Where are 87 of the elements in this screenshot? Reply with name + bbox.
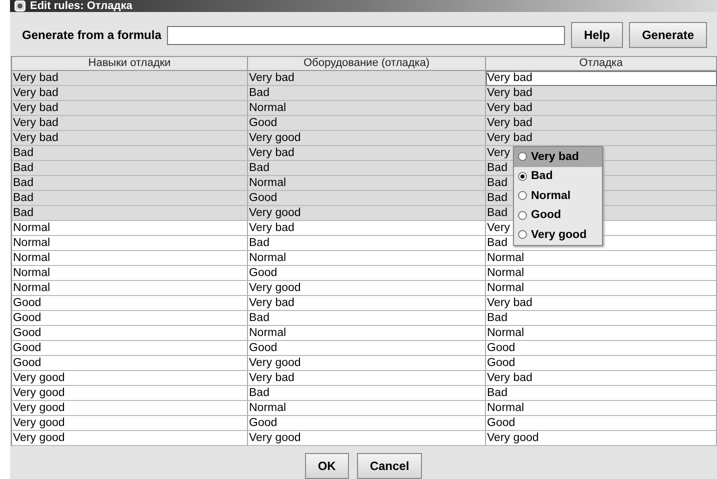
table-cell: Very bad — [12, 131, 248, 146]
cancel-button[interactable]: Cancel — [356, 453, 422, 479]
table-cell: Very bad — [248, 371, 486, 386]
table-cell: Very bad — [248, 221, 486, 236]
generate-button[interactable]: Generate — [628, 22, 707, 48]
formula-label: Generate from a formula — [22, 28, 162, 42]
table-cell: Normal — [12, 266, 248, 281]
table-cell: Normal — [486, 251, 717, 266]
table-cell: Very good — [12, 386, 248, 401]
table-cell: Normal — [248, 101, 486, 116]
table-cell: Normal — [248, 176, 486, 191]
option-label: Very bad — [531, 150, 579, 163]
table-cell: Good — [248, 191, 486, 206]
radio-button[interactable] — [518, 172, 527, 181]
table-cell: Bad — [248, 386, 486, 401]
table-cell: Normal — [248, 326, 486, 341]
table-cell: Good — [486, 416, 717, 431]
table-cell: Bad — [248, 311, 486, 326]
table-cell: Bad — [12, 146, 248, 161]
column-header[interactable]: Оборудование (отладка) — [248, 56, 486, 71]
table-cell: Normal — [248, 401, 486, 416]
table-cell: Normal — [486, 326, 717, 341]
table-cell: Normal — [12, 251, 248, 266]
radio-button[interactable] — [518, 230, 527, 240]
table-cell: Very bad — [12, 116, 248, 131]
table-cell: Very bad — [486, 131, 717, 146]
menu-option[interactable]: Very bad — [514, 147, 602, 166]
table-cell: Good — [248, 416, 486, 431]
table-cell: Very good — [12, 431, 248, 446]
table-cell: Bad — [12, 206, 248, 221]
table-cell: Good — [12, 326, 248, 341]
help-button[interactable]: Help — [570, 22, 623, 48]
table-cell: Very bad — [486, 371, 717, 386]
table-cell: Very bad — [248, 146, 486, 161]
table-cell: Very bad — [12, 71, 248, 86]
table-cell: Good — [12, 356, 248, 371]
table-cell: Very good — [12, 401, 248, 416]
table-cell: Very good — [248, 356, 486, 371]
radio-button[interactable] — [518, 191, 527, 200]
table-cell: Normal — [12, 236, 248, 251]
table-cell: Very bad — [486, 101, 717, 116]
table-cell: Good — [248, 341, 486, 356]
table-cell: Very bad — [486, 116, 717, 131]
table-cell: Very good — [248, 431, 486, 446]
table-cell: Very bad — [486, 86, 717, 101]
option-label: Good — [531, 209, 562, 222]
table-cell: Good — [248, 116, 486, 131]
column-header[interactable]: Навыки отладки — [12, 56, 248, 71]
table-cell: Normal — [486, 281, 717, 296]
table-cell: Normal — [12, 221, 248, 236]
formula-field[interactable] — [167, 26, 565, 44]
table-cell: Bad — [12, 191, 248, 206]
cell-editor[interactable]: Very bad — [486, 71, 717, 86]
table-cell: Very bad — [12, 101, 248, 116]
table-cell: Good — [12, 296, 248, 311]
table-cell: Very good — [12, 371, 248, 386]
table-cell: Normal — [486, 401, 717, 416]
radio-button[interactable] — [518, 152, 527, 162]
option-label: Normal — [531, 190, 571, 202]
table-cell: Good — [12, 341, 248, 356]
table-cell: Good — [248, 266, 486, 281]
table-cell: Normal — [12, 281, 248, 296]
window-title: Edit rules: Отладка — [30, 0, 132, 12]
table-cell: Bad — [248, 86, 486, 101]
column-header[interactable]: Отладка — [486, 56, 717, 71]
table-cell: Very good — [486, 431, 717, 446]
table-cell: Very good — [12, 416, 248, 431]
table-cell: Very good — [248, 281, 486, 296]
table-cell: Bad — [248, 161, 486, 176]
table-cell: Normal — [248, 251, 486, 266]
table-cell: Good — [486, 356, 717, 371]
table-cell: Bad — [486, 311, 717, 326]
table-cell: Very good — [248, 206, 486, 221]
table-cell: Good — [12, 311, 248, 326]
table-cell: Bad — [486, 386, 717, 401]
table-cell: Bad — [12, 161, 248, 176]
radio-button[interactable] — [518, 210, 527, 220]
table-cell: Good — [486, 341, 717, 356]
ok-button[interactable]: OK — [304, 453, 349, 479]
table-cell: Very bad — [12, 86, 248, 101]
table-cell: Very bad — [248, 296, 486, 311]
table-cell: Bad — [248, 236, 486, 251]
table-cell: Normal — [486, 266, 717, 281]
table-cell: Very bad — [486, 296, 717, 311]
table-cell: Bad — [12, 176, 248, 191]
table-cell: Very good — [248, 131, 486, 146]
table-cell: Very bad — [248, 71, 486, 86]
